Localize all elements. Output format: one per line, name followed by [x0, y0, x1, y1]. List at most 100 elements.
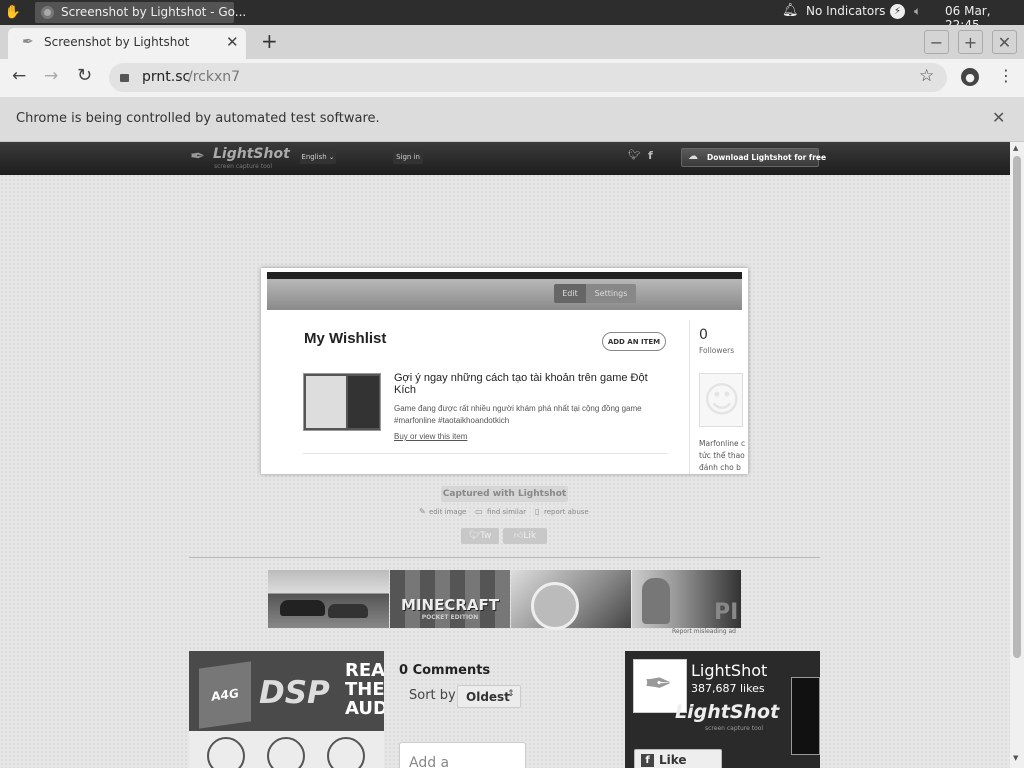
find-similar-link[interactable]: find similar [487, 508, 526, 516]
item-thumbnail[interactable] [303, 373, 381, 431]
reload-icon[interactable]: ↻ [77, 65, 92, 86]
card-settings-button[interactable]: Settings [586, 284, 636, 303]
side-text-3: đánh cho b [699, 463, 741, 471]
tab-lightshot[interactable]: ✒ Screenshot by Lightshot ✕ [8, 28, 246, 59]
cloud-download-icon: ☁ [688, 151, 698, 162]
ad-thumb-anime[interactable] [511, 570, 631, 630]
automation-infobar: Chrome is being controlled by automated … [0, 97, 1024, 142]
facebook-page-widget[interactable]: ✒ LightShot 387,687 likes LightShot scre… [625, 651, 820, 768]
lightshot-logo[interactable]: LightShot [213, 146, 290, 162]
facebook-icon[interactable]: f [648, 149, 653, 162]
dsp-the: THE [345, 679, 384, 700]
item-link[interactable]: Buy or view this item [394, 432, 467, 441]
page-content: ✒ LightShot screen capture tool English ⌄… [0, 142, 1010, 768]
kebab-menu-icon[interactable]: ⋮ [998, 66, 1014, 85]
dsp-rea: REA [345, 660, 384, 681]
like-button[interactable]: 👍︎ Lik [503, 528, 547, 544]
report-abuse-link[interactable]: report abuse [544, 508, 589, 516]
card-sidebar-divider [689, 320, 690, 474]
captured-caption: Captured with Lightshot [441, 486, 568, 502]
scroll-thumb[interactable] [1013, 156, 1021, 658]
captured-caption-label: Captured with Lightshot [442, 489, 567, 499]
twitter-icon[interactable]: 🐦︎ [628, 150, 641, 161]
download-button[interactable]: ☁ Download Lightshot for free [681, 148, 826, 167]
add-item-button[interactable]: ADD AN ITEM [602, 332, 666, 351]
sort-by-label: Sort by [409, 688, 456, 703]
fb-likes: 387,687 likes [691, 682, 765, 695]
smiley-icon: ☺ [703, 380, 741, 421]
tweet-button[interactable]: 🐦︎ Tw [461, 528, 499, 544]
ad-thumb-game[interactable]: PI [632, 570, 741, 628]
scroll-up-icon[interactable]: ▲ [1013, 144, 1018, 152]
a4g-cube-logo: A4G [199, 661, 251, 729]
sort-select[interactable]: Oldest ⇕ [457, 685, 521, 708]
circle-shape [531, 582, 579, 630]
lightshot-header: ✒ LightShot screen capture tool English ⌄… [0, 142, 1010, 175]
infobar-message: Chrome is being controlled by automated … [16, 111, 380, 126]
profile-icon[interactable]: ● [961, 68, 979, 86]
fb-page-name[interactable]: LightShot [691, 661, 767, 680]
captured-screenshot[interactable]: Edit Settings My Wishlist ADD AN ITEM Gợ… [261, 268, 748, 474]
close-window-button[interactable]: ✕ [992, 30, 1017, 54]
browser-toolbar: ← → ↻ prnt.sc /rckxn7 ☆ ● ⋮ [0, 59, 1024, 97]
new-tab-button[interactable]: + [261, 29, 278, 53]
minecraft-logo: MINECRAFT [401, 595, 499, 614]
ad-thumb-racing[interactable] [268, 570, 389, 628]
language-label: English [301, 153, 327, 161]
item-title[interactable]: Gợi ý ngay những cách tạo tài khoản trên… [394, 372, 654, 396]
target-icon [267, 737, 305, 768]
chrome-icon [41, 6, 54, 19]
card-edit-label: Edit [562, 289, 578, 298]
dsp-title: DSP [259, 675, 330, 711]
fb-cover-preview [791, 677, 820, 755]
signin-link[interactable]: Sign in [393, 150, 423, 164]
chart-growth-icon [207, 737, 245, 768]
minimize-button[interactable]: − [924, 30, 949, 54]
fb-brand-sub: screen capture tool [705, 725, 764, 732]
browser-tab-bar: ✒ Screenshot by Lightshot ✕ + − + ✕ [0, 25, 1024, 59]
followers-label: Followers [699, 346, 735, 355]
back-icon[interactable]: ← [12, 66, 26, 86]
scroll-down-icon[interactable]: ▼ [1013, 754, 1018, 762]
signin-label: Sign in [396, 153, 420, 161]
power-icon[interactable]: ⚡ [890, 4, 905, 19]
side-text-2: tức thể thao [699, 451, 745, 460]
fb-feather-icon: ✒ [644, 664, 673, 704]
volume-muted-icon[interactable]: 🔈︎ [914, 4, 921, 19]
gavel-icon [327, 737, 365, 768]
edit-image-link[interactable]: edit image [429, 508, 466, 516]
add-comment-box[interactable]: Add a [399, 742, 526, 768]
lock-icon[interactable] [120, 74, 129, 82]
fb-logo-icon: f [641, 754, 654, 767]
tab-close-icon[interactable]: ✕ [226, 33, 239, 51]
tweet-label: Tw [480, 531, 492, 541]
followers-count: 0 [699, 327, 708, 343]
card-gradient-header [267, 279, 742, 310]
page-scrollbar[interactable]: ▲ ▼ [1010, 142, 1024, 768]
comments-count: 0 Comments [399, 663, 491, 678]
sort-value: Oldest [466, 690, 510, 704]
report-abuse-icon: ▯ [535, 507, 540, 516]
fb-like-page-button[interactable]: f Like Page [634, 749, 722, 768]
infobar-close-icon[interactable]: ✕ [992, 108, 1005, 127]
dsp-ad-banner[interactable]: A4G DSP REA THE AUD [189, 651, 384, 768]
forward-icon[interactable]: → [44, 66, 58, 86]
a4g-letters: A4G [211, 686, 239, 704]
card-topbar [267, 272, 742, 279]
side-text-1: Marfonline c [699, 439, 746, 448]
omnibox[interactable]: prnt.sc /rckxn7 ☆ [109, 63, 947, 92]
taskbar-window-button[interactable]: Screenshot by Lightshot - Go... [35, 2, 246, 23]
fb-like-page-label: Like Page [659, 753, 692, 768]
bell-icon[interactable]: 🔔︎ [782, 3, 799, 18]
app-menu-icon[interactable]: ✋ [4, 4, 22, 21]
maximize-button[interactable]: + [958, 30, 983, 54]
wishlist-title: My Wishlist [304, 330, 387, 347]
language-select[interactable]: English ⌄ [300, 150, 336, 164]
ad-thumb-minecraft[interactable]: MINECRAFT POCKET EDITION [390, 570, 510, 628]
bookmark-star-icon[interactable]: ☆ [919, 66, 934, 86]
sort-arrows-icon: ⇕ [507, 689, 515, 699]
car-shape [280, 600, 325, 616]
report-ad-link[interactable]: Report misleading ad [672, 628, 736, 635]
edit-pencil-icon: ✎ [419, 507, 426, 516]
card-edit-button[interactable]: Edit [554, 284, 586, 303]
